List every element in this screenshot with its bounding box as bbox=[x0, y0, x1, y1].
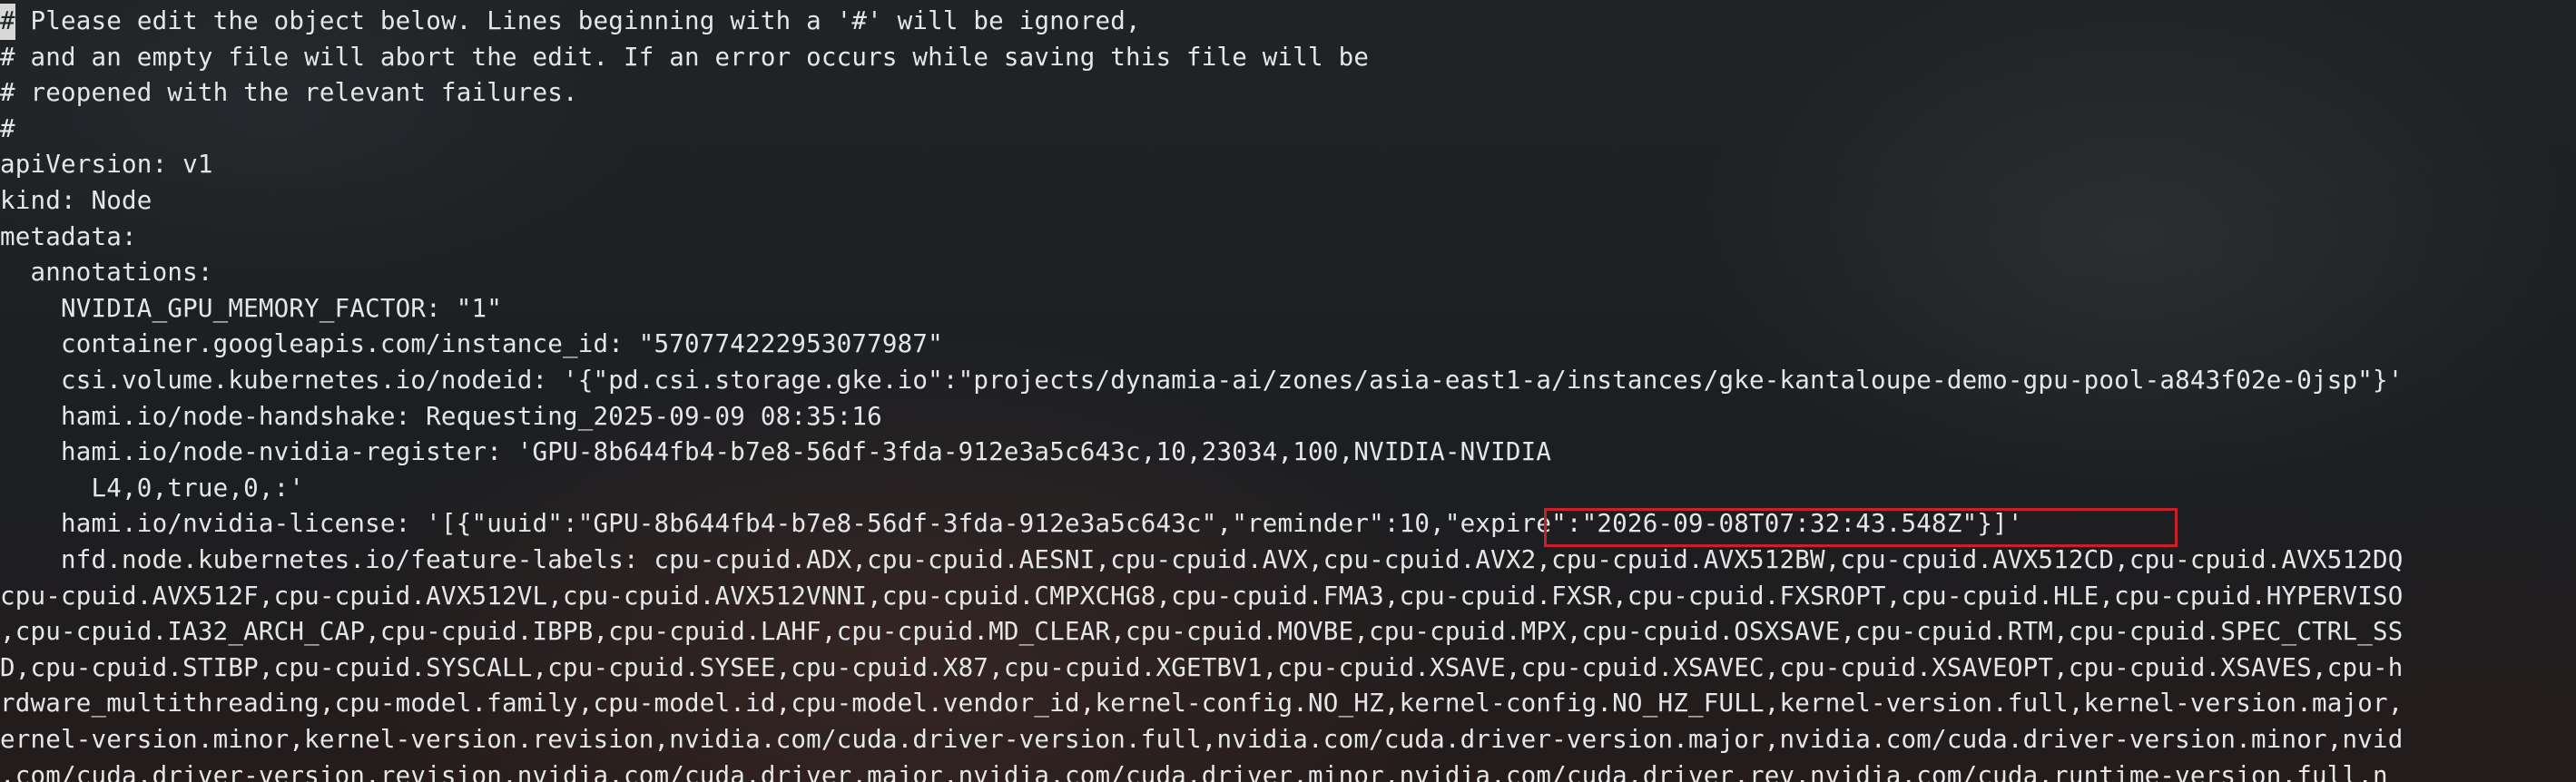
terminal-line: container.googleapis.com/instance_id: "5… bbox=[0, 329, 943, 359]
expire-highlight-box bbox=[1544, 508, 2178, 547]
terminal-line-text: Please edit the object below. Lines begi… bbox=[15, 6, 1141, 35]
terminal-line: apiVersion: v1 bbox=[0, 150, 213, 180]
terminal-window[interactable]: # Please edit the object below. Lines be… bbox=[0, 4, 2576, 782]
terminal-line: L4,0,true,0,:' bbox=[0, 473, 305, 503]
terminal-line: hami.io/node-handshake: Requesting_2025-… bbox=[0, 401, 882, 431]
terminal-line: ,cpu-cpuid.IA32_ARCH_CAP,cpu-cpuid.IBPB,… bbox=[0, 617, 2404, 647]
terminal-line: .com/cuda.driver-version.revision,nvidia… bbox=[0, 760, 2388, 782]
terminal-line: hami.io/node-nvidia-register: 'GPU-8b644… bbox=[0, 437, 1552, 467]
terminal-line: # bbox=[0, 113, 15, 143]
terminal-line: ernel-version.minor,kernel-version.revis… bbox=[0, 725, 2404, 754]
terminal-line: metadata: bbox=[0, 221, 137, 251]
terminal-line: rdware_multithreading,cpu-model.family,c… bbox=[0, 689, 2404, 718]
terminal-line: NVIDIA_GPU_MEMORY_FACTOR: "1" bbox=[0, 293, 502, 323]
terminal-line: csi.volume.kubernetes.io/nodeid: '{"pd.c… bbox=[0, 366, 2404, 395]
terminal-line: # Please edit the object below. Lines be… bbox=[0, 4, 1141, 40]
terminal-line: kind: Node bbox=[0, 186, 152, 215]
terminal-line: cpu-cpuid.AVX512F,cpu-cpuid.AVX512VL,cpu… bbox=[0, 581, 2404, 611]
terminal-line: nfd.node.kubernetes.io/feature-labels: c… bbox=[0, 545, 2404, 574]
terminal-line: # and an empty file will abort the edit.… bbox=[0, 42, 1370, 72]
terminal-line: # reopened with the relevant failures. bbox=[0, 78, 578, 108]
terminal-line: D,cpu-cpuid.STIBP,cpu-cpuid.SYSCALL,cpu-… bbox=[0, 652, 2404, 682]
terminal-line: annotations: bbox=[0, 258, 213, 288]
text-cursor: # bbox=[0, 4, 15, 40]
